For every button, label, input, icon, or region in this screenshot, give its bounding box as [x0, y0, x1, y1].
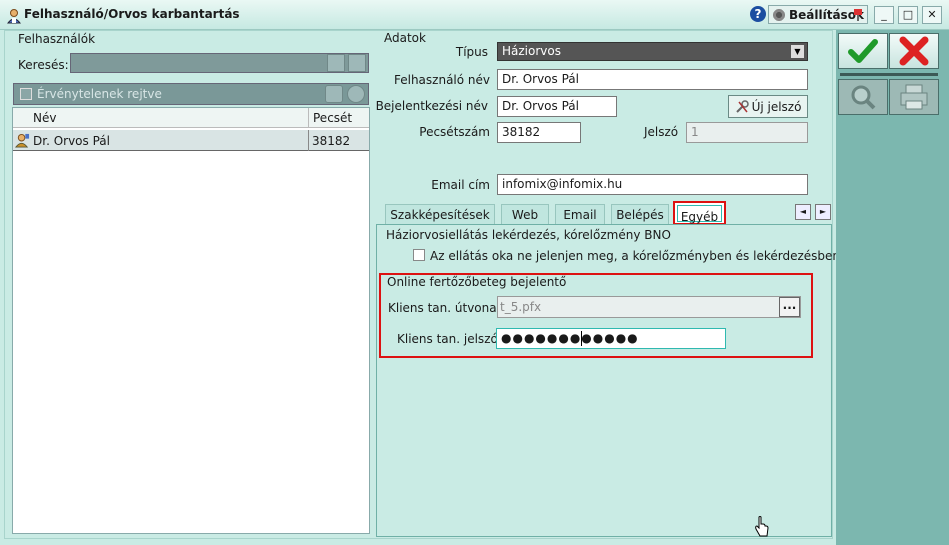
tab-scroll-right-icon[interactable]: ►: [815, 204, 831, 220]
column-header-stamp[interactable]: Pecsét: [309, 108, 369, 128]
type-select[interactable]: Háziorvos: [497, 42, 808, 61]
column-header-name[interactable]: Név: [13, 108, 309, 128]
email-label: Email cím: [431, 178, 490, 192]
x-mark-icon: [899, 36, 929, 66]
search-clear-icon[interactable]: [327, 54, 345, 72]
hide-reason-label: Az ellátás oka ne jelenjen meg, a kórelő…: [430, 249, 840, 263]
settings-button[interactable]: Beállítások: [768, 5, 868, 24]
tab-login[interactable]: Belépés: [611, 204, 669, 224]
tab-panel-other: [376, 224, 832, 537]
cancel-button[interactable]: [889, 33, 939, 69]
online-reporter-label: Online fertőzőbeteg bejelentő: [387, 275, 567, 289]
hide-reason-checkbox[interactable]: [413, 249, 425, 261]
email-input[interactable]: infomix@infomix.hu: [497, 174, 808, 195]
browse-button[interactable]: ...: [779, 297, 800, 317]
filter-circle-icon[interactable]: [347, 85, 365, 103]
text-caret: [581, 331, 582, 346]
minimize-button[interactable]: _: [874, 6, 894, 24]
data-group-label: Adatok: [384, 31, 426, 45]
hide-invalid-label: Érvénytelenek rejtve: [37, 87, 162, 101]
password-label: Jelszó: [644, 125, 679, 139]
client-cert-path-label: Kliens tan. útvonal: [388, 301, 500, 315]
login-name-input[interactable]: Dr. Orvos Pál: [497, 96, 617, 117]
tab-qualifications[interactable]: Szakképesítések: [385, 204, 495, 224]
tab-other-label: Egyéb: [677, 205, 722, 224]
client-cert-path-input[interactable]: t_5.pfx: [497, 296, 801, 318]
client-cert-password-label: Kliens tan. jelszó: [397, 332, 498, 346]
toolbar-divider: [840, 73, 938, 76]
password-input[interactable]: 1: [686, 122, 808, 143]
search-label: Keresés:: [18, 58, 69, 72]
filter-refresh-icon[interactable]: [325, 85, 343, 103]
help-button[interactable]: ?: [750, 6, 766, 22]
search-input[interactable]: [70, 53, 369, 73]
window-title: Felhasználó/Orvos karbantartás: [24, 7, 240, 21]
checkmark-icon: [848, 39, 878, 63]
bno-group-label: Háziorvosiellátás lekérdezés, kórelőzmén…: [386, 228, 671, 242]
row-name-cell: Dr. Orvos Pál: [33, 134, 110, 148]
search-user-icon[interactable]: [348, 54, 366, 72]
printer-icon: [900, 84, 928, 110]
username-input[interactable]: Dr. Orvos Pál: [497, 69, 808, 90]
stamp-number-input[interactable]: 38182: [497, 122, 581, 143]
new-password-label: Új jelszó: [751, 99, 802, 114]
magnifier-icon: [851, 85, 876, 110]
row-stamp-cell: 38182: [312, 134, 351, 148]
chevron-down-icon[interactable]: ▼: [790, 44, 805, 59]
doctor-icon: [15, 133, 30, 148]
tools-icon: [735, 99, 749, 113]
ok-button[interactable]: [838, 33, 888, 69]
login-name-label: Bejelentkezési név: [375, 99, 488, 113]
client-cert-password-input[interactable]: ●●●●●●●●●●●●: [496, 328, 726, 349]
type-label: Típus: [455, 45, 488, 59]
pin-icon: [854, 9, 862, 21]
users-group-label: Felhasználók: [18, 32, 96, 46]
view-button[interactable]: [838, 79, 888, 115]
stamp-number-label: Pecsétszám: [419, 125, 490, 139]
username-label: Felhasználó név: [393, 73, 490, 87]
user-doctor-icon: [6, 9, 22, 24]
tab-scroll-left-icon[interactable]: ◄: [795, 204, 811, 220]
new-password-button[interactable]: Új jelszó: [728, 95, 808, 118]
hide-invalid-checkbox[interactable]: [20, 88, 32, 100]
tab-email[interactable]: Email: [555, 204, 605, 224]
users-table: [12, 107, 370, 534]
tab-web[interactable]: Web: [501, 204, 549, 224]
tab-other[interactable]: Egyéb: [673, 201, 726, 225]
print-button[interactable]: [889, 79, 939, 115]
maximize-button[interactable]: □: [898, 6, 918, 24]
column-divider: [308, 130, 309, 151]
gear-icon: [772, 7, 786, 22]
hand-cursor-icon: [755, 516, 769, 537]
close-button[interactable]: ✕: [922, 6, 942, 24]
